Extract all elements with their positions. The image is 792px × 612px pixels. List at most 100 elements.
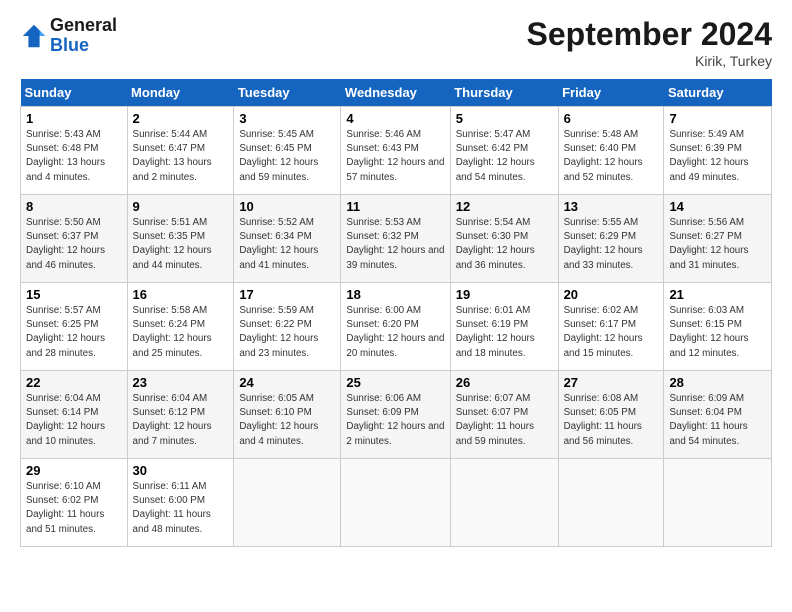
table-cell: 5 Sunrise: 5:47 AM Sunset: 6:42 PM Dayli… <box>450 107 558 195</box>
table-cell: 11 Sunrise: 5:53 AM Sunset: 6:32 PM Dayl… <box>341 195 450 283</box>
day-info: Sunrise: 5:49 AM Sunset: 6:39 PM Dayligh… <box>669 128 766 185</box>
day-number: 2 <box>133 111 229 126</box>
day-info: Sunrise: 6:02 AM Sunset: 6:17 PM Dayligh… <box>564 304 659 361</box>
page: General Blue September 2024 Kirik, Turke… <box>0 0 792 557</box>
header: General Blue September 2024 Kirik, Turke… <box>20 16 772 69</box>
table-cell: 16 Sunrise: 5:58 AM Sunset: 6:24 PM Dayl… <box>127 283 234 371</box>
col-monday: Monday <box>127 79 234 107</box>
day-info: Sunrise: 5:56 AM Sunset: 6:27 PM Dayligh… <box>669 216 766 273</box>
day-info: Sunrise: 5:52 AM Sunset: 6:34 PM Dayligh… <box>239 216 335 273</box>
table-cell <box>234 459 341 547</box>
day-info: Sunrise: 6:06 AM Sunset: 6:09 PM Dayligh… <box>346 392 444 449</box>
table-cell: 26 Sunrise: 6:07 AM Sunset: 6:07 PM Dayl… <box>450 371 558 459</box>
table-cell: 10 Sunrise: 5:52 AM Sunset: 6:34 PM Dayl… <box>234 195 341 283</box>
day-info: Sunrise: 6:04 AM Sunset: 6:14 PM Dayligh… <box>26 392 122 449</box>
day-number: 16 <box>133 287 229 302</box>
table-cell: 3 Sunrise: 5:45 AM Sunset: 6:45 PM Dayli… <box>234 107 341 195</box>
title-block: September 2024 Kirik, Turkey <box>527 16 772 69</box>
logo-blue: Blue <box>50 35 89 55</box>
table-cell <box>450 459 558 547</box>
day-info: Sunrise: 5:48 AM Sunset: 6:40 PM Dayligh… <box>564 128 659 185</box>
day-number: 13 <box>564 199 659 214</box>
day-info: Sunrise: 5:57 AM Sunset: 6:25 PM Dayligh… <box>26 304 122 361</box>
day-number: 28 <box>669 375 766 390</box>
day-number: 9 <box>133 199 229 214</box>
day-info: Sunrise: 6:01 AM Sunset: 6:19 PM Dayligh… <box>456 304 553 361</box>
day-info: Sunrise: 5:44 AM Sunset: 6:47 PM Dayligh… <box>133 128 229 185</box>
day-number: 22 <box>26 375 122 390</box>
day-info: Sunrise: 6:03 AM Sunset: 6:15 PM Dayligh… <box>669 304 766 361</box>
day-number: 3 <box>239 111 335 126</box>
table-cell: 23 Sunrise: 6:04 AM Sunset: 6:12 PM Dayl… <box>127 371 234 459</box>
col-friday: Friday <box>558 79 664 107</box>
table-cell: 22 Sunrise: 6:04 AM Sunset: 6:14 PM Dayl… <box>21 371 128 459</box>
day-number: 7 <box>669 111 766 126</box>
table-cell: 15 Sunrise: 5:57 AM Sunset: 6:25 PM Dayl… <box>21 283 128 371</box>
day-info: Sunrise: 6:07 AM Sunset: 6:07 PM Dayligh… <box>456 392 553 449</box>
day-info: Sunrise: 5:54 AM Sunset: 6:30 PM Dayligh… <box>456 216 553 273</box>
day-number: 25 <box>346 375 444 390</box>
table-cell: 7 Sunrise: 5:49 AM Sunset: 6:39 PM Dayli… <box>664 107 772 195</box>
col-saturday: Saturday <box>664 79 772 107</box>
day-number: 27 <box>564 375 659 390</box>
table-cell: 1 Sunrise: 5:43 AM Sunset: 6:48 PM Dayli… <box>21 107 128 195</box>
day-number: 21 <box>669 287 766 302</box>
day-number: 8 <box>26 199 122 214</box>
table-cell: 9 Sunrise: 5:51 AM Sunset: 6:35 PM Dayli… <box>127 195 234 283</box>
col-sunday: Sunday <box>21 79 128 107</box>
table-cell: 28 Sunrise: 6:09 AM Sunset: 6:04 PM Dayl… <box>664 371 772 459</box>
day-info: Sunrise: 6:00 AM Sunset: 6:20 PM Dayligh… <box>346 304 444 361</box>
day-number: 18 <box>346 287 444 302</box>
day-info: Sunrise: 5:59 AM Sunset: 6:22 PM Dayligh… <box>239 304 335 361</box>
table-cell: 30 Sunrise: 6:11 AM Sunset: 6:00 PM Dayl… <box>127 459 234 547</box>
day-number: 15 <box>26 287 122 302</box>
col-tuesday: Tuesday <box>234 79 341 107</box>
table-cell: 18 Sunrise: 6:00 AM Sunset: 6:20 PM Dayl… <box>341 283 450 371</box>
table-cell: 29 Sunrise: 6:10 AM Sunset: 6:02 PM Dayl… <box>21 459 128 547</box>
col-wednesday: Wednesday <box>341 79 450 107</box>
day-info: Sunrise: 6:09 AM Sunset: 6:04 PM Dayligh… <box>669 392 766 449</box>
day-number: 20 <box>564 287 659 302</box>
table-cell: 14 Sunrise: 5:56 AM Sunset: 6:27 PM Dayl… <box>664 195 772 283</box>
table-cell: 12 Sunrise: 5:54 AM Sunset: 6:30 PM Dayl… <box>450 195 558 283</box>
location: Kirik, Turkey <box>527 53 772 69</box>
month-title: September 2024 <box>527 16 772 53</box>
day-number: 23 <box>133 375 229 390</box>
day-info: Sunrise: 5:55 AM Sunset: 6:29 PM Dayligh… <box>564 216 659 273</box>
table-cell: 17 Sunrise: 5:59 AM Sunset: 6:22 PM Dayl… <box>234 283 341 371</box>
table-cell <box>664 459 772 547</box>
day-info: Sunrise: 5:46 AM Sunset: 6:43 PM Dayligh… <box>346 128 444 185</box>
day-number: 5 <box>456 111 553 126</box>
table-cell: 20 Sunrise: 6:02 AM Sunset: 6:17 PM Dayl… <box>558 283 664 371</box>
day-number: 12 <box>456 199 553 214</box>
table-cell: 21 Sunrise: 6:03 AM Sunset: 6:15 PM Dayl… <box>664 283 772 371</box>
day-info: Sunrise: 5:53 AM Sunset: 6:32 PM Dayligh… <box>346 216 444 273</box>
table-cell: 24 Sunrise: 6:05 AM Sunset: 6:10 PM Dayl… <box>234 371 341 459</box>
day-info: Sunrise: 6:04 AM Sunset: 6:12 PM Dayligh… <box>133 392 229 449</box>
day-number: 24 <box>239 375 335 390</box>
day-number: 11 <box>346 199 444 214</box>
day-info: Sunrise: 5:58 AM Sunset: 6:24 PM Dayligh… <box>133 304 229 361</box>
day-info: Sunrise: 5:51 AM Sunset: 6:35 PM Dayligh… <box>133 216 229 273</box>
table-cell <box>341 459 450 547</box>
day-info: Sunrise: 5:50 AM Sunset: 6:37 PM Dayligh… <box>26 216 122 273</box>
table-cell: 19 Sunrise: 6:01 AM Sunset: 6:19 PM Dayl… <box>450 283 558 371</box>
header-row: Sunday Monday Tuesday Wednesday Thursday… <box>21 79 772 107</box>
day-info: Sunrise: 5:43 AM Sunset: 6:48 PM Dayligh… <box>26 128 122 185</box>
logo-general: General <box>50 15 117 35</box>
day-info: Sunrise: 6:08 AM Sunset: 6:05 PM Dayligh… <box>564 392 659 449</box>
calendar-table: Sunday Monday Tuesday Wednesday Thursday… <box>20 79 772 547</box>
table-cell <box>558 459 664 547</box>
day-number: 14 <box>669 199 766 214</box>
table-cell: 4 Sunrise: 5:46 AM Sunset: 6:43 PM Dayli… <box>341 107 450 195</box>
table-cell: 8 Sunrise: 5:50 AM Sunset: 6:37 PM Dayli… <box>21 195 128 283</box>
day-number: 6 <box>564 111 659 126</box>
day-number: 26 <box>456 375 553 390</box>
day-info: Sunrise: 5:47 AM Sunset: 6:42 PM Dayligh… <box>456 128 553 185</box>
day-number: 17 <box>239 287 335 302</box>
day-number: 19 <box>456 287 553 302</box>
day-info: Sunrise: 5:45 AM Sunset: 6:45 PM Dayligh… <box>239 128 335 185</box>
table-cell: 25 Sunrise: 6:06 AM Sunset: 6:09 PM Dayl… <box>341 371 450 459</box>
day-info: Sunrise: 6:10 AM Sunset: 6:02 PM Dayligh… <box>26 480 122 537</box>
day-number: 1 <box>26 111 122 126</box>
